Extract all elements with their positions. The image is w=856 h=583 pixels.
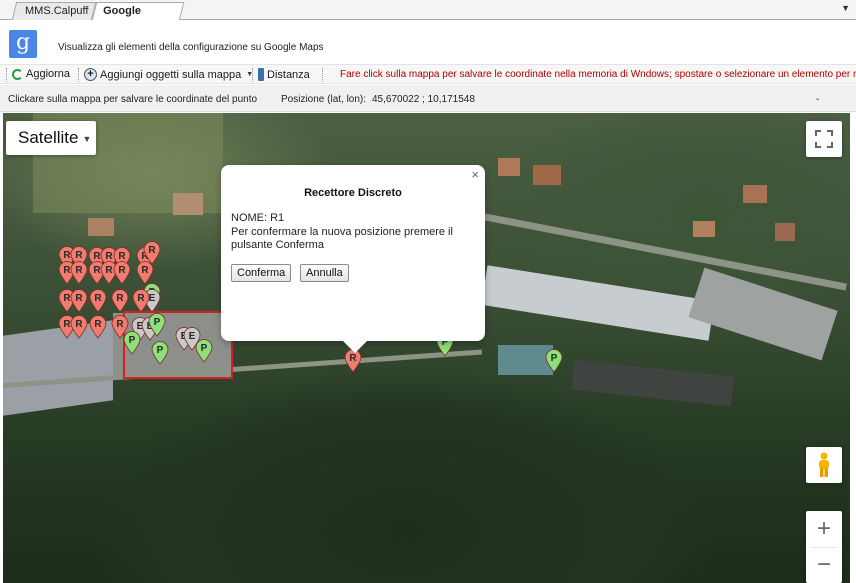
source-point-marker[interactable]: P [545,349,563,373]
tab-strip: MMS.Calpuff Google Viewer ▼ [0,0,856,33]
add-icon: + [84,68,97,81]
svg-text:R: R [137,293,145,304]
source-point-marker[interactable]: P [148,313,166,337]
info-window-dialog: × Recettore Discreto NOME: R1 Per confer… [221,165,485,353]
receptor-marker[interactable]: R [70,289,88,313]
add-objects-button[interactable]: + Aggiungi oggetti sulla mappa ▼ [84,68,253,81]
toolbar-separator [322,68,323,82]
toolbar: Aggiorna + Aggiungi oggetti sulla mappa … [0,64,856,84]
status-extra: - [816,94,820,105]
receptor-marker[interactable]: R [136,261,154,285]
source-point-marker[interactable]: P [195,339,213,363]
tab-google-viewer[interactable]: Google Viewer [91,2,185,33]
svg-text:R: R [116,319,124,330]
header-description: Visualizza gli elementi della configuraz… [58,42,324,53]
tab-label: MMS.Calpuff [25,5,89,17]
dropdown-caret-icon: ▼ [82,133,92,144]
pegman-icon [819,452,829,477]
building [693,221,715,237]
receptor-marker[interactable]: R [113,261,131,285]
google-logo-icon: g [9,30,37,58]
receptor-marker[interactable]: R [111,289,129,313]
distance-button[interactable]: Distanza [258,68,310,81]
svg-text:R: R [75,319,83,330]
svg-text:P: P [129,335,136,346]
toolbar-grip [6,68,7,82]
dialog-message: Per confermare la nuova posizione premer… [231,226,453,251]
svg-text:R: R [116,293,124,304]
refresh-button[interactable]: Aggiorna [12,68,70,80]
cancel-button[interactable]: Annulla [300,264,349,282]
svg-text:R: R [94,319,102,330]
building [775,223,795,241]
svg-text:R: R [118,265,126,276]
svg-text:P: P [551,353,558,364]
receptor-marker[interactable]: R [70,261,88,285]
svg-text:R: R [349,353,357,364]
tab-mms-calpuff[interactable]: MMS.Calpuff [11,2,97,20]
fullscreen-button[interactable] [806,121,842,157]
dialog-title: Recettore Discreto [304,187,402,199]
toolbar-separator [252,68,253,82]
building [88,218,114,236]
building [173,193,203,215]
dialog-element-name: NOME: R1 [231,212,285,224]
receptor-marker[interactable]: R [132,289,150,313]
status-bar: Clickare sulla mappa per salvare le coor… [0,85,856,112]
close-icon[interactable]: × [471,167,479,182]
position-label: Posizione (lat, lon): [281,94,367,105]
position-value: 45,670022 ; 10,171548 [372,94,475,105]
zoom-in-button[interactable]: + [806,511,842,547]
source-point-marker[interactable]: P [123,331,141,355]
svg-text:R: R [94,293,102,304]
source-point-marker[interactable]: P [151,341,169,365]
zoom-out-button[interactable]: − [806,547,842,583]
refresh-icon [12,68,23,80]
chevron-down-icon[interactable]: ▼ [841,3,850,13]
receptor-marker[interactable]: R [70,315,88,339]
svg-text:R: R [75,250,83,261]
distance-label: Distanza [267,68,310,81]
add-objects-label: Aggiungi oggetti sulla mappa [100,68,242,81]
svg-text:R: R [75,265,83,276]
toolbar-separator [78,68,79,82]
building [481,265,715,341]
map-type-selector[interactable]: Satellite ▼ [6,121,96,155]
street-view-pegman-button[interactable] [806,447,842,483]
refresh-label: Aggiorna [26,68,71,80]
svg-text:R: R [141,265,149,276]
svg-text:R: R [148,245,156,256]
svg-text:P: P [154,317,161,328]
ruler-icon [258,68,264,81]
zoom-control: + − [806,511,842,583]
svg-text:P: P [157,345,164,356]
status-hint: Clickare sulla mappa per salvare le coor… [8,94,258,105]
receptor-marker[interactable]: R [89,315,107,339]
toolbar-message: Fare click sulla mappa per salvare le co… [340,69,856,80]
fullscreen-icon [815,130,833,148]
svg-text:P: P [201,343,208,354]
building [743,185,767,203]
building [498,158,520,176]
map-type-label: Satellite [18,128,79,147]
building [571,359,735,407]
google-map[interactable]: RRRRRRRRRRRRRPERRRRRRRRREEPPPEEPRPP Sate… [3,113,850,583]
confirm-button[interactable]: Conferma [231,264,292,282]
building [533,165,561,185]
receptor-marker[interactable]: R [89,289,107,313]
svg-text:R: R [75,293,83,304]
